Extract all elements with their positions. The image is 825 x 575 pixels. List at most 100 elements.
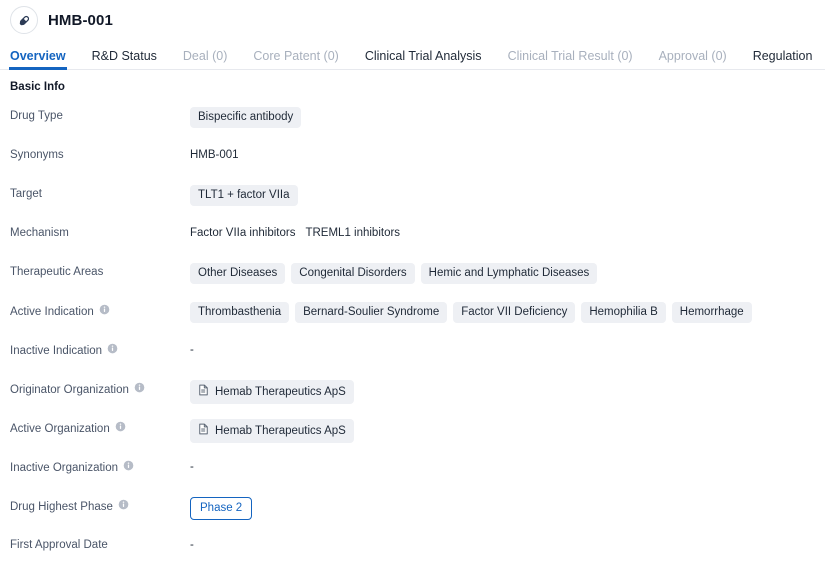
tab-approval[interactable]: Approval (0) — [659, 49, 727, 70]
field-row-drug-highest-phase: Drug Highest Phase Phase 2 — [0, 497, 825, 536]
field-value-first-approval-date: - — [190, 536, 825, 554]
field-row-therapeutic-areas: Therapeutic Areas Other Diseases Congenita… — [0, 263, 825, 302]
section-title-basic-info: Basic Info — [10, 81, 65, 93]
field-label-target: Target — [10, 185, 190, 201]
value-chip[interactable]: TLT1 + factor VIIa — [190, 185, 298, 206]
field-value-active-indication: Thrombasthenia Bernard-Soulier Syndrome Fa… — [190, 302, 825, 323]
field-label-drug-type: Drug Type — [10, 107, 190, 123]
field-label-text: Active Organization — [10, 422, 110, 435]
info-icon[interactable] — [115, 421, 126, 436]
drug-avatar — [10, 6, 38, 34]
value-chip[interactable]: Hemic and Lymphatic Diseases — [420, 263, 598, 284]
field-label-drug-highest-phase: Drug Highest Phase — [10, 497, 190, 514]
field-value-target: TLT1 + factor VIIa — [190, 185, 825, 206]
value-chip[interactable]: Hemophilia B — [581, 302, 666, 323]
organization-chip-label: Hemab Therapeutics ApS — [215, 385, 346, 398]
field-label-synonyms: Synonyms — [10, 146, 190, 162]
empty-value: - — [190, 539, 194, 551]
empty-value: - — [190, 344, 194, 356]
field-label-text: Drug Type — [10, 110, 63, 122]
field-row-inactive-organization: Inactive Organization - — [0, 458, 825, 497]
field-label-text: Therapeutic Areas — [10, 266, 104, 278]
field-row-synonyms: Synonyms HMB-001 — [0, 146, 825, 185]
field-label-active-indication: Active Indication — [10, 302, 190, 319]
field-row-active-organization: Active Organization Hemab Therapeutics A… — [0, 419, 825, 458]
organization-chip[interactable]: Hemab Therapeutics ApS — [190, 380, 354, 404]
field-label-text: Active Indication — [10, 305, 94, 318]
info-icon[interactable] — [134, 382, 145, 397]
field-label-inactive-organization: Inactive Organization — [10, 458, 190, 475]
tab-clinical-trial-analysis[interactable]: Clinical Trial Analysis — [365, 49, 482, 70]
field-row-drug-type: Drug Type Bispecific antibody — [0, 107, 825, 146]
tab-clinical-trial-result[interactable]: Clinical Trial Result (0) — [508, 49, 633, 70]
page-header: HMB-001 — [0, 0, 825, 40]
field-list: Drug Type Bispecific antibody Synonyms HMB-… — [0, 107, 825, 575]
field-label-first-approval-date: First Approval Date — [10, 536, 190, 552]
phase-badge[interactable]: Phase 2 — [190, 497, 253, 520]
tab-core-patent[interactable]: Core Patent (0) — [253, 49, 338, 70]
field-value-drug-type: Bispecific antibody — [190, 107, 825, 128]
field-label-text: Inactive Indication — [10, 344, 103, 357]
field-label-mechanism: Mechanism — [10, 224, 190, 240]
field-label-text: Originator Organization — [10, 383, 129, 396]
tab-regulation[interactable]: Regulation — [753, 49, 813, 70]
value-chip-label: Bernard-Soulier Syndrome — [303, 306, 440, 318]
empty-value: - — [190, 461, 194, 473]
field-value-drug-highest-phase: Phase 2 — [190, 497, 825, 520]
value-chip[interactable]: Thrombasthenia — [190, 302, 290, 323]
field-label-text: Inactive Organization — [10, 461, 119, 474]
info-icon[interactable] — [118, 499, 129, 514]
value-chip-label: Hemorrhage — [679, 306, 744, 318]
value-chip-label: Congenital Disorders — [299, 267, 407, 279]
value-chip-label: Hemic and Lymphatic Diseases — [428, 267, 590, 279]
field-value-mechanism: Factor VIIa inhibitors TREML1 inhibitors — [190, 224, 825, 242]
field-value-originator-organization: Hemab Therapeutics ApS — [190, 380, 825, 404]
value-chip-label: Other Diseases — [198, 267, 278, 279]
field-value-inactive-indication: - — [190, 341, 825, 359]
phase-badge-label: Phase 2 — [200, 502, 243, 514]
tab-rd-status[interactable]: R&D Status — [92, 49, 157, 70]
basic-info-panel: Basic Info Drug Type Bispecific antibody S… — [0, 70, 825, 575]
plain-value: Factor VIIa inhibitors — [190, 227, 296, 239]
field-value-synonyms: HMB-001 — [190, 146, 825, 164]
field-row-first-approval-date: First Approval Date - — [0, 536, 825, 575]
field-label-active-organization: Active Organization — [10, 419, 190, 436]
info-icon[interactable] — [107, 343, 118, 358]
field-label-text: Synonyms — [10, 149, 64, 161]
field-value-inactive-organization: - — [190, 458, 825, 476]
value-chip[interactable]: Bispecific antibody — [190, 107, 302, 128]
field-row-inactive-indication: Inactive Indication - — [0, 341, 825, 380]
plain-value: HMB-001 — [190, 149, 239, 161]
field-row-mechanism: Mechanism Factor VIIa inhibitors TREML1 in… — [0, 224, 825, 263]
field-row-originator-organization: Originator Organization Hemab Therapeuti… — [0, 380, 825, 419]
field-value-active-organization: Hemab Therapeutics ApS — [190, 419, 825, 443]
value-chip-label: Hemophilia B — [589, 306, 658, 318]
value-chip-label: TLT1 + factor VIIa — [198, 189, 290, 201]
value-chip[interactable]: Bernard-Soulier Syndrome — [295, 302, 448, 323]
field-label-text: Mechanism — [10, 227, 69, 239]
value-chip-label: Factor VII Deficiency — [461, 306, 568, 318]
info-icon[interactable] — [99, 304, 110, 319]
tab-overview[interactable]: Overview — [9, 49, 67, 70]
value-chip-label: Thrombasthenia — [198, 306, 282, 318]
value-chip[interactable]: Hemorrhage — [671, 302, 752, 323]
pill-capsule-icon — [17, 13, 32, 28]
field-label-text: Drug Highest Phase — [10, 500, 113, 513]
page-title: HMB-001 — [48, 11, 113, 29]
organization-document-icon — [198, 384, 209, 400]
organization-document-icon — [198, 423, 209, 439]
info-icon[interactable] — [123, 460, 134, 475]
organization-chip[interactable]: Hemab Therapeutics ApS — [190, 419, 354, 443]
tab-deal[interactable]: Deal (0) — [183, 49, 227, 70]
value-chip[interactable]: Congenital Disorders — [291, 263, 415, 284]
field-label-inactive-indication: Inactive Indication — [10, 341, 190, 358]
field-row-active-indication: Active Indication Thrombasthenia Bernard-… — [0, 302, 825, 341]
tab-bar: Overview R&D Status Deal (0) Core Patent… — [0, 40, 825, 70]
field-label-therapeutic-areas: Therapeutic Areas — [10, 263, 190, 279]
field-row-target: Target TLT1 + factor VIIa — [0, 185, 825, 224]
organization-chip-label: Hemab Therapeutics ApS — [215, 424, 346, 437]
value-chip[interactable]: Factor VII Deficiency — [453, 302, 576, 323]
field-value-therapeutic-areas: Other Diseases Congenital Disorders Hemic … — [190, 263, 825, 284]
value-chip[interactable]: Other Diseases — [190, 263, 286, 284]
field-label-text: Target — [10, 188, 42, 200]
